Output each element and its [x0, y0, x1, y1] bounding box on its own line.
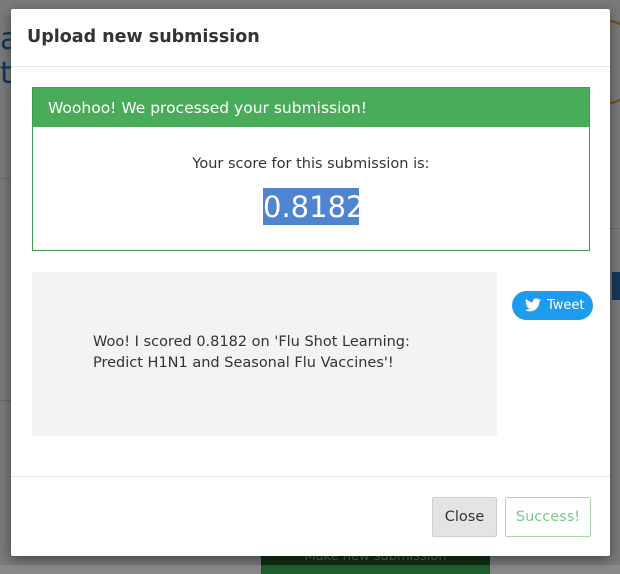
tweet-label: Tweet — [547, 298, 585, 313]
score-value: 0.8182 — [263, 188, 365, 225]
share-message-text: Woo! I scored 0.8182 on 'Flu Shot Learni… — [93, 334, 410, 371]
score-label: Your score for this submission is: — [192, 156, 430, 172]
tweet-button[interactable]: Tweet — [512, 291, 593, 320]
modal-title: Upload new submission — [27, 27, 260, 47]
success-button[interactable]: Success! — [505, 497, 591, 537]
share-message-box: Woo! I scored 0.8182 on 'Flu Shot Learni… — [32, 272, 497, 436]
success-alert: Woohoo! We processed your submission! Yo… — [32, 87, 590, 251]
upload-submission-modal: Upload new submission Woohoo! We process… — [11, 9, 610, 556]
close-button[interactable]: Close — [432, 497, 497, 537]
alert-heading: Woohoo! We processed your submission! — [33, 88, 589, 127]
twitter-bird-icon — [525, 298, 541, 316]
modal-header: Upload new submission — [11, 9, 610, 67]
